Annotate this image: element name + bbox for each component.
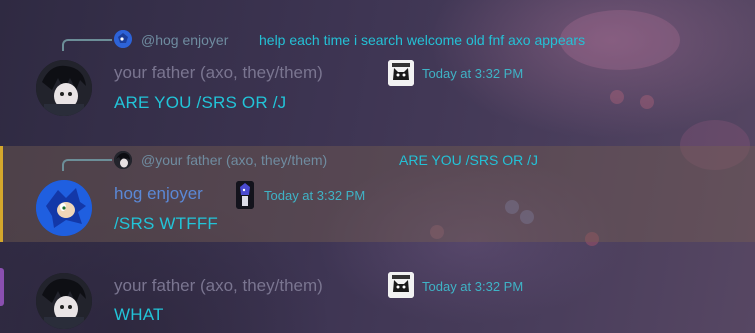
avatar[interactable] — [36, 273, 92, 329]
reply-connector — [62, 159, 112, 171]
message-content: /SRS WTFFF — [114, 214, 218, 233]
reply-avatar[interactable] — [114, 151, 132, 169]
dark-anime-avatar-icon — [36, 60, 92, 116]
message[interactable]: @hog enjoyer help each time i search wel… — [0, 0, 755, 130]
reply-preview-text[interactable]: help each time i search welcome old fnf … — [259, 32, 585, 48]
message[interactable]: your father (axo, they/them) Today at 3:… — [0, 260, 755, 333]
avatar[interactable] — [36, 60, 92, 116]
avatar[interactable] — [36, 180, 92, 236]
message-content: WHAT — [114, 305, 164, 324]
message-timestamp[interactable]: Today at 3:32 PM — [422, 279, 523, 294]
message-highlighted[interactable]: @your father (axo, they/them) ARE YOU /S… — [0, 146, 755, 242]
reply-avatar[interactable] — [114, 30, 132, 48]
dark-anime-avatar-icon — [114, 151, 132, 169]
dark-anime-avatar-icon — [36, 273, 92, 329]
reply-author[interactable]: @hog enjoyer — [141, 32, 228, 48]
reply-preview-text[interactable]: ARE YOU /SRS OR /J — [399, 152, 538, 168]
message-timestamp[interactable]: Today at 3:32 PM — [422, 66, 523, 81]
cat-icon[interactable] — [388, 272, 414, 298]
message-content: ARE YOU /SRS OR /J — [114, 93, 287, 112]
hedgehog-icon — [114, 30, 132, 48]
message-author[interactable]: your father (axo, they/them) — [114, 276, 323, 296]
reply-author[interactable]: @your father (axo, they/them) — [141, 152, 327, 168]
role-badge-icon[interactable] — [236, 181, 254, 209]
message-author[interactable]: your father (axo, they/them) — [114, 63, 323, 83]
reply-connector — [62, 39, 112, 51]
message-author[interactable]: hog enjoyer — [114, 184, 203, 204]
message-timestamp[interactable]: Today at 3:32 PM — [264, 188, 365, 203]
blue-hedgehog-avatar-icon — [36, 180, 92, 236]
cat-icon[interactable] — [388, 60, 414, 86]
